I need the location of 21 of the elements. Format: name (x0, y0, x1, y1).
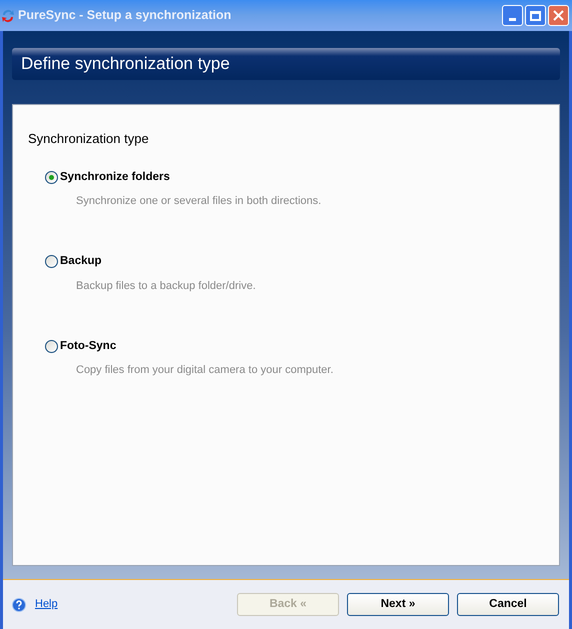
close-icon (553, 10, 564, 21)
radio-button[interactable] (45, 255, 58, 268)
help-icon (12, 598, 26, 612)
minimize-button[interactable] (502, 5, 523, 26)
radio-option[interactable]: Backup (45, 253, 102, 270)
help-link[interactable]: Help (35, 596, 58, 613)
option-description: Copy files from your digital camera to your computer. (76, 363, 334, 378)
header-title: Define synchronization type (21, 53, 230, 76)
window-title: PureSync - Setup a synchronization (18, 7, 232, 24)
option-description: Synchronize one or several files in both directions. (76, 194, 322, 209)
radio-button[interactable] (45, 340, 58, 354)
dialog-button[interactable]: Next » (347, 593, 449, 616)
radio-option[interactable]: Foto-Sync (45, 338, 116, 356)
panel-title: Synchronization type (28, 130, 150, 148)
sync-arrows-icon (1, 8, 15, 24)
close-button[interactable] (548, 5, 569, 26)
dialog-button[interactable]: Cancel (457, 593, 559, 616)
maximize-button[interactable] (525, 5, 546, 26)
option-description: Backup files to a backup folder/drive. (76, 278, 257, 294)
radio-button[interactable] (45, 170, 58, 184)
radio-option[interactable]: Synchronize folders (45, 168, 170, 186)
